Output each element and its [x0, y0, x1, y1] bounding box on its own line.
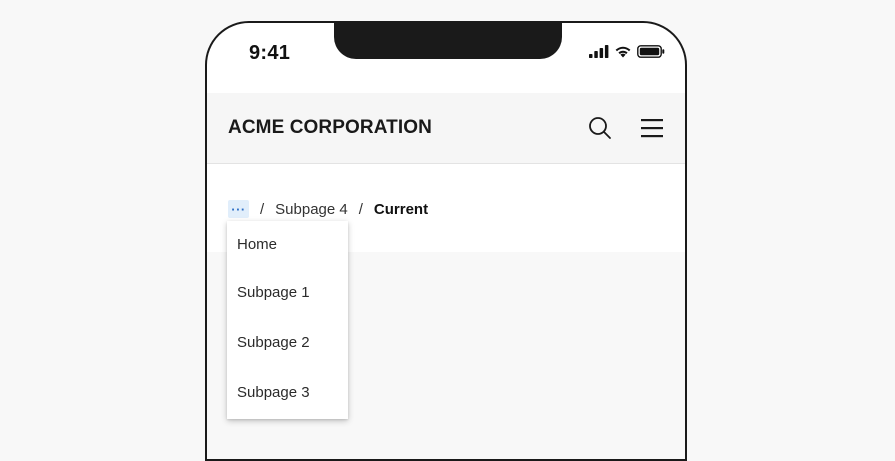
- menu-item-home[interactable]: Home: [227, 221, 348, 267]
- breadcrumb-overflow-button[interactable]: ···: [228, 200, 249, 218]
- phone-notch: [334, 23, 562, 59]
- app-header: ACME CORPORATION: [207, 93, 685, 164]
- menu-item-subpage-3[interactable]: Subpage 3: [227, 367, 348, 417]
- status-icons: [589, 45, 665, 58]
- wifi-icon: [615, 46, 631, 58]
- status-time: 9:41: [249, 42, 291, 64]
- search-icon: [589, 117, 611, 139]
- menu-item-subpage-2[interactable]: Subpage 2: [227, 317, 348, 367]
- battery-icon: [637, 45, 665, 58]
- breadcrumb-overflow-menu: Home Subpage 1 Subpage 2 Subpage 3: [227, 221, 348, 419]
- breadcrumb: ··· / Subpage 4 / Current: [228, 200, 428, 218]
- signal-icon: [589, 45, 609, 58]
- phone-frame: 9:41 ACME CORPORATION ··· / Subpage 4 / …: [205, 21, 687, 461]
- hamburger-menu-icon: [641, 119, 663, 138]
- breadcrumb-item-subpage-4[interactable]: Subpage 4: [275, 201, 348, 218]
- breadcrumb-separator: /: [358, 200, 363, 218]
- breadcrumb-item-current: Current: [373, 200, 429, 218]
- menu-button[interactable]: [639, 115, 665, 141]
- search-button[interactable]: [587, 115, 613, 141]
- breadcrumb-separator: /: [260, 200, 265, 218]
- brand-title: ACME CORPORATION: [228, 117, 432, 138]
- menu-item-subpage-1[interactable]: Subpage 1: [227, 267, 348, 317]
